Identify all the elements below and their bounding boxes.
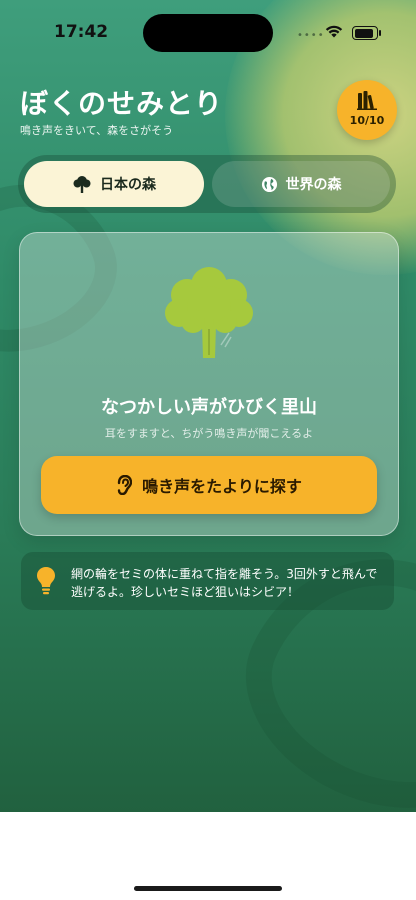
collection-count: 10/10 — [349, 114, 385, 127]
tip-text: 網の輪をセミの体に重ねて指を離そう。3回外すと飛んで逃げるよ。珍しいセミほど狙い… — [71, 567, 378, 599]
forest-card: なつかしい声がひびく里山 耳をすますと、ちがう鳴き声が聞こえるよ 鳴き声をたより… — [19, 232, 399, 536]
tab-japan-forest[interactable]: 日本の森 — [24, 161, 204, 207]
app-subtitle: 鳴き声をきいて、森をさがそう — [20, 124, 174, 137]
tab-world-forest[interactable]: 世界の森 — [212, 161, 390, 207]
app-screen: 17:42 •••• ぼくのせみとり 鳴き声をきいて、森をさがそう 10/10 — [0, 0, 416, 812]
dynamic-island — [143, 14, 273, 52]
signal-dots: •••• — [297, 30, 325, 41]
battery-icon — [352, 26, 381, 40]
home-indicator[interactable] — [134, 886, 282, 891]
tree-icon — [73, 176, 91, 193]
wifi-icon — [325, 25, 343, 38]
status-time: 17:42 — [54, 22, 109, 42]
ear-icon — [117, 475, 133, 495]
search-by-sound-button[interactable]: 鳴き声をたよりに探す — [41, 456, 377, 514]
lightbulb-icon — [37, 567, 55, 595]
collection-button[interactable]: 10/10 — [337, 80, 397, 140]
forest-tabs: 日本の森 世界の森 — [18, 155, 396, 213]
tip-box: 網の輪をセミの体に重ねて指を離そう。3回外すと飛んで逃げるよ。珍しいセミほど狙い… — [21, 552, 394, 610]
search-button-label: 鳴き声をたよりに探す — [142, 477, 302, 496]
forest-description: 耳をすますと、ちがう鳴き声が聞こえるよ — [104, 427, 314, 440]
broccoli-tree-icon — [165, 267, 253, 358]
forest-heading: なつかしい声がひびく里山 — [101, 397, 317, 418]
status-bar: 17:42 •••• — [0, 0, 416, 60]
app-title: ぼくのせみとり — [20, 87, 224, 120]
tab-label: 世界の森 — [285, 177, 342, 193]
tab-label: 日本の森 — [100, 177, 156, 193]
globe-icon — [261, 176, 277, 192]
books-icon — [357, 91, 377, 110]
